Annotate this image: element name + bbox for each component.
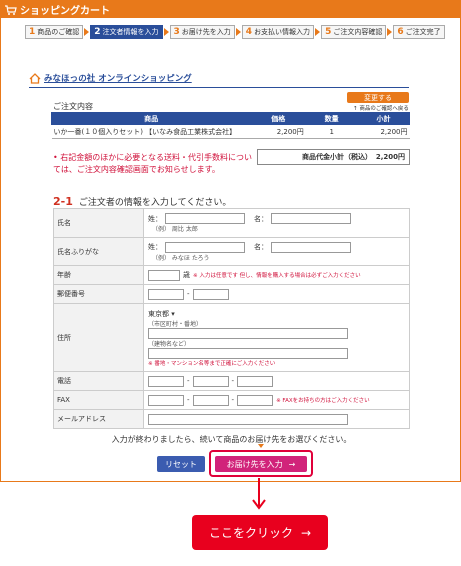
- address-note: ※ 番地・マンション名等まで正確にご入力ください: [148, 360, 276, 367]
- subtotal-label: 商品代金小計（税込）: [302, 153, 372, 161]
- order-table: 商品 価格 数量 小計 いか一番(１０個入りセット) 【いなみ食品工業株式会社】…: [50, 112, 410, 139]
- first-name-input[interactable]: [271, 213, 351, 224]
- reset-button[interactable]: リセット: [157, 456, 205, 472]
- product-cell: いか一番(１０個入りセット) 【いなみ食品工業株式会社】: [51, 124, 251, 139]
- kana-label: 氏名ふりがな: [53, 237, 144, 266]
- name-label: 氏名: [53, 208, 144, 238]
- subtotal-value: 2,200円: [375, 153, 405, 161]
- next-button[interactable]: お届け先を入力 →: [215, 456, 307, 472]
- postal-input-1[interactable]: [148, 288, 184, 300]
- first-name-kana-input[interactable]: [271, 241, 351, 253]
- phone-input-2[interactable]: [192, 375, 229, 387]
- step-1: 1 商品のご確認: [25, 25, 84, 39]
- form-row-age: 年齢 歳 ※ 入力は任意です 但し、情報を購入する場合は必ずご入力ください: [53, 265, 410, 285]
- building-hint: （建物名など）: [148, 340, 191, 348]
- age-input[interactable]: [148, 269, 180, 281]
- col-price: 価格: [250, 112, 307, 125]
- kana-example: （例） みなほ たろう: [152, 254, 210, 262]
- postal-input-2[interactable]: [192, 288, 229, 300]
- phone-label: 電話: [53, 371, 144, 391]
- shop-name: みなほっの社 オンラインショッピング: [44, 74, 192, 84]
- form-section-title: 2-1 ご注文者の情報を入力してください。: [53, 195, 231, 208]
- col-product: 商品: [50, 112, 252, 125]
- change-button[interactable]: 変更する: [347, 92, 409, 103]
- form-row-postal: 郵便番号 -: [53, 284, 410, 304]
- form-row-email: メールアドレス: [53, 409, 410, 429]
- form-row-name: 氏名 姓： 名： （例） 周比 太郎: [53, 208, 410, 238]
- form-row-address: 住所 東京都 ▾ （市区町村・番地） （建物名など） ※ 番地・マンション名等ま…: [53, 303, 410, 372]
- form-row-phone: 電話 - -: [53, 371, 410, 391]
- arrow-right-icon: →: [288, 459, 296, 469]
- postal-label: 郵便番号: [53, 284, 144, 304]
- form-row-kana: 氏名ふりがな 姓： 名： （例） みなほ たろう: [53, 237, 410, 266]
- shipping-notice: • 右記金額のほかに必要となる送料・代引手数料については、ご注文内容確認画面でお…: [53, 152, 253, 176]
- order-header-row: 商品 価格 数量 小計: [50, 112, 410, 125]
- age-note: ※ 入力は任意です 但し、情報を購入する場合は必ずご入力ください: [193, 273, 361, 279]
- fax-label: FAX: [53, 390, 144, 410]
- progress-steps: 1 商品のご確認 2 注文者情報を入力 3 お届け先を入力 4 お支払い情報入力 5 ご注…: [25, 25, 445, 39]
- col-subtotal: 小計: [357, 112, 410, 125]
- instruction-text: 入力が終わりましたら、続いて商品のお届け先をお選びください。: [111, 435, 352, 444]
- fax-note: ※ FAXをお持ちの方はご入力ください: [276, 398, 370, 404]
- header-title: ショッピングカート: [20, 6, 110, 17]
- cart-window: ショッピングカート 1 商品のご確認 2 注文者情報を入力 3 お届け先を入力 4 お支…: [0, 0, 461, 482]
- subtotal-cell: 2,200円: [357, 124, 410, 139]
- section-number: 2-1: [53, 195, 73, 208]
- step-arrow-icon: [387, 28, 393, 36]
- down-arrow-icon: [252, 478, 266, 510]
- fax-input-2[interactable]: [192, 394, 229, 406]
- fax-input-3[interactable]: [237, 394, 274, 406]
- header-bar: ショッピングカート: [1, 1, 460, 18]
- phone-input-1[interactable]: [148, 375, 184, 387]
- home-icon: [29, 72, 41, 84]
- step-arrow-icon: [315, 28, 321, 36]
- subtotal-box: 商品代金小計（税込） 2,200円: [257, 149, 410, 165]
- step-arrow-icon: [84, 28, 90, 36]
- address-label: 住所: [53, 303, 144, 372]
- email-input[interactable]: [148, 413, 348, 425]
- step-6: 6 ご注文完了: [393, 25, 445, 39]
- callout-text: ここをクリック: [208, 526, 293, 540]
- col-qty: 数量: [305, 112, 359, 125]
- step-4: 4 お支払い情報入力: [241, 25, 315, 39]
- change-note: ↑ 商品のご確認へ戻る: [353, 106, 409, 112]
- notice-text: 右記金額のほかに必要となる送料・代引手数料については、ご注文内容確認画面でお知ら…: [53, 153, 253, 174]
- last-name-input[interactable]: [165, 213, 245, 224]
- city-hint: （市区町村・番地）: [148, 320, 203, 328]
- step-3: 3 お届け先を入力: [169, 25, 235, 39]
- step-arrow-icon: [163, 28, 169, 36]
- section-text: ご注文者の情報を入力してください。: [78, 198, 232, 208]
- age-label: 年齢: [53, 265, 144, 285]
- table-row: いか一番(１０個入りセット) 【いなみ食品工業株式会社】 2,200円 1 2,…: [51, 124, 410, 139]
- next-label: お届け先を入力: [226, 459, 283, 469]
- callout-arrow-icon: →: [300, 525, 312, 540]
- name-example: （例） 周比 太郎: [152, 226, 198, 233]
- step-5: 5 ご注文内容確認: [321, 25, 387, 39]
- building-input[interactable]: [148, 347, 348, 359]
- city-input[interactable]: [148, 327, 348, 339]
- step-arrow-icon: [235, 28, 241, 36]
- email-label: メールアドレス: [53, 409, 144, 429]
- cart-icon: [5, 4, 17, 15]
- prefecture-select[interactable]: 東京都 ▾: [148, 309, 175, 319]
- step-2: 2 注文者情報を入力: [90, 25, 163, 39]
- divider: [29, 87, 409, 88]
- qty-cell: 1: [305, 124, 358, 139]
- click-here-callout: ここをクリック →: [192, 515, 328, 550]
- shop-link[interactable]: みなほっの社 オンラインショッピング: [29, 72, 192, 84]
- price-cell: 2,200円: [250, 124, 306, 139]
- orderer-form: 氏名 姓： 名： （例） 周比 太郎 氏名ふりがな 姓： 名： （例） みなほ …: [53, 208, 410, 429]
- fax-input-1[interactable]: [148, 394, 184, 406]
- order-label: ご注文内容: [53, 102, 93, 111]
- last-name-kana-input[interactable]: [165, 241, 245, 253]
- bullet-icon: •: [53, 153, 58, 162]
- form-row-fax: FAX - - ※ FAXをお持ちの方はご入力ください: [53, 390, 410, 410]
- pointer-arrow-icon: [258, 444, 264, 448]
- phone-input-3[interactable]: [237, 375, 274, 387]
